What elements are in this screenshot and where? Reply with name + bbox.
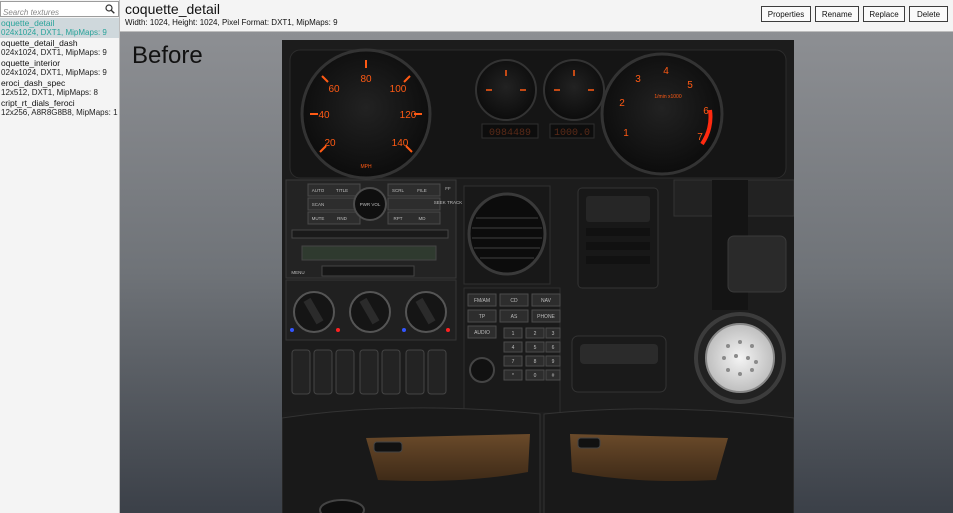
speedo-tick-label: 40	[318, 110, 330, 121]
radio-label: SCRL	[392, 188, 405, 193]
speedo-tick-label: 100	[390, 84, 407, 95]
radio-label: MD	[419, 216, 427, 221]
keypad-label: 4	[512, 345, 515, 351]
page-number: 5	[120, 459, 124, 509]
media-knob	[469, 357, 495, 383]
texture-list-item[interactable]: oquette_detail_dash 024x1024, DXT1, MipM…	[0, 38, 119, 58]
radio-label: MUTE	[312, 216, 325, 221]
trip-value: 1000.0	[554, 128, 590, 139]
texture-list-item[interactable]: oquette_interior 024x1024, DXT1, MipMaps…	[0, 58, 119, 78]
door-panels	[282, 407, 794, 513]
dome-light	[694, 312, 786, 404]
switch-row	[291, 349, 447, 395]
small-gauge-right	[543, 59, 605, 121]
media-button-label: TP	[479, 314, 486, 320]
media-button-label: AUDIO	[474, 330, 490, 336]
texture-meta: 024x1024, DXT1, MipMaps: 9	[1, 68, 107, 77]
texture-name: cript_rt_dials_feroci	[1, 98, 75, 108]
radio-label: SCAN	[312, 202, 325, 207]
texture-image: 20 40 60 80 100 120 140 MPH 0984489 1000…	[282, 40, 794, 513]
radio-label: SEEK TRACK	[434, 200, 462, 205]
texture-name: oquette_detail_dash	[1, 38, 78, 48]
speedo-tick-label: 140	[392, 138, 409, 149]
media-button-label: CD	[510, 298, 518, 304]
delete-button[interactable]: Delete	[909, 6, 948, 22]
speedo-tick-label: 60	[328, 84, 340, 95]
search-icon[interactable]	[105, 4, 115, 14]
texture-list-item[interactable]: oquette_detail 024x1024, DXT1, MipMaps: …	[0, 18, 119, 38]
tacho-tick-label: 3	[635, 74, 641, 85]
texture-list-item[interactable]: eroci_dash_spec 12x512, DXT1, MipMaps: 8	[0, 78, 119, 98]
radio-label: RPT	[394, 216, 403, 221]
rename-button[interactable]: Rename	[815, 6, 859, 22]
texture-meta: 12x512, DXT1, MipMaps: 8	[1, 88, 98, 97]
radio-label: RND	[337, 216, 347, 221]
properties-button[interactable]: Properties	[761, 6, 811, 22]
texture-title: coquette_detail	[125, 1, 220, 17]
odometer-value: 0984489	[489, 128, 531, 139]
tacho-tick-label: 2	[619, 98, 625, 109]
speedo-unit: MPH	[360, 164, 372, 170]
speedo-tick-label: 80	[360, 74, 372, 85]
small-gauge-left	[475, 59, 537, 121]
texture-name: oquette_detail	[1, 18, 55, 28]
texture-header: coquette_detail Width: 1024, Height: 102…	[120, 0, 953, 32]
media-button-label: AS	[511, 314, 518, 320]
radio-display	[301, 245, 437, 261]
radio-unit: AUTO TITLE SCAN MUTE RND SCRL RPT MD FF …	[285, 179, 462, 279]
radio-label: FILE	[417, 188, 427, 193]
media-button-label: FM/AM	[474, 298, 490, 304]
tacho-tick-label: 1	[623, 128, 629, 139]
air-vent	[463, 185, 551, 285]
radio-slot	[291, 229, 449, 239]
keypad-label: 8	[534, 359, 537, 365]
preview-label: Before	[132, 42, 203, 69]
keypad-label: #	[552, 373, 555, 379]
keypad-label: 6	[552, 345, 555, 351]
media-button-label: NAV	[541, 298, 552, 304]
door-trim-left	[366, 434, 530, 481]
texture-meta: 024x1024, DXT1, MipMaps: 9	[1, 28, 107, 37]
toolbar: Properties Rename Replace Delete	[761, 6, 948, 22]
replace-button[interactable]: Replace	[863, 6, 905, 22]
speedo-tick-label: 120	[400, 110, 417, 121]
texture-list-item[interactable]: cript_rt_dials_feroci 12x256, A8R8G8B8, …	[0, 98, 119, 118]
texture-meta: 024x1024, DXT1, MipMaps: 9	[1, 48, 107, 57]
texture-name: eroci_dash_spec	[1, 78, 66, 88]
tacho-tick-label: 4	[663, 66, 669, 77]
keypad-label: 0	[534, 373, 537, 379]
media-button-label: PHONE	[537, 314, 555, 320]
keypad-label: 2	[534, 331, 537, 337]
radio-label: AUTO	[312, 188, 325, 193]
search-box[interactable]	[0, 1, 119, 20]
tacho-unit: 1/min x1000	[654, 94, 681, 100]
instrument-cluster: 20 40 60 80 100 120 140 MPH 0984489 1000…	[289, 48, 787, 180]
climate-panel	[285, 279, 457, 341]
texture-meta: 12x256, A8R8G8B8, MipMaps: 1	[1, 108, 118, 117]
texture-list: oquette_detail 024x1024, DXT1, MipMaps: …	[0, 18, 119, 118]
keypad-label: 7	[512, 359, 515, 365]
speedo-tick-label: 20	[324, 138, 336, 149]
keypad-label: 9	[552, 359, 555, 365]
keypad-label: 5	[534, 345, 537, 351]
texture-sidebar: oquette_detail 024x1024, DXT1, MipMaps: …	[0, 0, 120, 513]
radio-label: FF	[445, 186, 451, 191]
keypad-label: *	[512, 373, 514, 379]
keypad-label: 3	[552, 331, 555, 337]
keypad-label: 1	[512, 331, 515, 337]
radio-label: MENU	[291, 270, 304, 275]
texture-name: oquette_interior	[1, 58, 61, 68]
texture-info: Width: 1024, Height: 1024, Pixel Format:…	[125, 18, 338, 27]
texture-preview: Before 20 40 60 80 100 120 140 MPH 09844…	[120, 32, 953, 513]
tacho-tick-label: 5	[687, 80, 693, 91]
radio-label: PWR VOL	[360, 202, 381, 207]
radio-label: TITLE	[336, 188, 348, 193]
